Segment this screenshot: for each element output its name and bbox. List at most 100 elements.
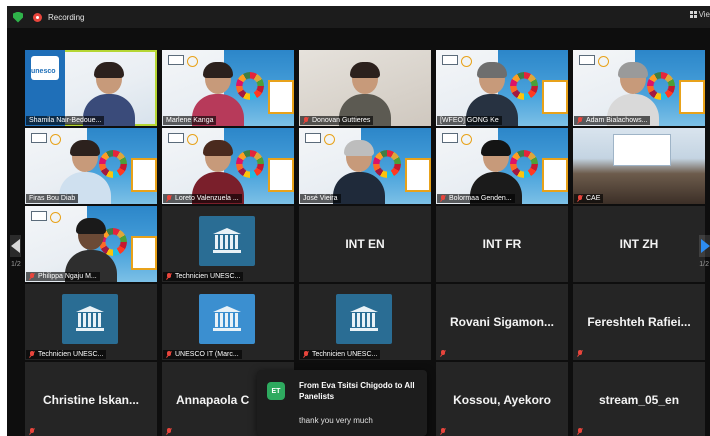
participant-name: Christine Iskan...: [42, 393, 140, 407]
mic-muted-icon: [166, 195, 172, 202]
participant-name: Kossou, Ayekoro: [453, 393, 551, 407]
participant-name: INT ZH: [619, 237, 659, 251]
participant-tile[interactable]: Philippa Ngaju M...: [25, 206, 157, 282]
meeting-top-bar: Recording Vie: [7, 6, 710, 28]
mic-muted-icon: [303, 117, 309, 124]
mic-muted-icon: [166, 351, 172, 358]
participant-name: UNESCO IT (Marc...: [175, 351, 239, 358]
page-indicator: 1/2: [699, 261, 709, 268]
participant-tile[interactable]: Christine Iskan...: [25, 362, 157, 436]
mic-muted-icon: [303, 351, 309, 358]
participant-name: Technicien UNESC...: [175, 273, 241, 280]
participant-name: INT FR: [482, 237, 522, 251]
participant-tile[interactable]: Loreto Valenzuela ...: [162, 128, 294, 204]
participant-tile[interactable]: stream_05_en: [573, 362, 705, 436]
conference-room-video: [573, 128, 705, 204]
recording-label: Recording: [48, 12, 85, 22]
participant-name: Fereshteh Rafiei...: [587, 315, 691, 329]
unesco-logo-icon: [305, 133, 335, 145]
participant-tile[interactable]: [WFEO] GONG Ke: [436, 50, 568, 126]
previous-page-arrow-icon[interactable]: [10, 235, 21, 257]
participant-name-tag: Philippa Ngaju M...: [26, 272, 100, 281]
participant-tile[interactable]: CAE: [573, 128, 705, 204]
mic-muted-icon: [577, 428, 583, 435]
participant-name: INT EN: [345, 237, 385, 251]
participant-tile[interactable]: Technicien UNESC...: [299, 284, 431, 360]
participant-name-tag: Loreto Valenzuela ...: [163, 194, 242, 203]
unesco-temple-icon: [76, 306, 104, 332]
mic-muted-icon: [29, 273, 35, 280]
participant-name-tag: José Vieira: [300, 194, 341, 203]
chat-message: thank you very much: [299, 416, 373, 425]
participant-tile[interactable]: UNESCO IT (Marc...: [162, 284, 294, 360]
unesco-logo-text: unesco: [31, 68, 56, 75]
participant-name: stream_05_en: [598, 393, 680, 407]
participant-tile[interactable]: Donovan Guttieres: [299, 50, 431, 126]
unesco-temple-icon: [213, 306, 241, 332]
mic-muted-icon: [29, 428, 35, 435]
participant-tile[interactable]: Adam Bialachows...: [573, 50, 705, 126]
unesco-logo-icon: [31, 133, 61, 145]
participant-name: [WFEO] GONG Ke: [440, 117, 499, 124]
participant-name-tag: Bolormaa Genden...: [437, 194, 515, 203]
next-page-arrow-icon[interactable]: [699, 235, 710, 257]
page-indicator: 1/2: [11, 261, 21, 268]
view-button[interactable]: Vie: [689, 10, 710, 19]
participant-name-tag: Firas Bou Diab: [26, 194, 79, 203]
chat-sender-line: From Eva Tsitsi Chigodo to All Panelists: [299, 381, 415, 401]
participant-name: Loreto Valenzuela ...: [175, 195, 239, 202]
participant-name: Rovani Sigamon...: [449, 315, 554, 329]
chat-sender-avatar: ET: [267, 382, 285, 400]
participant-video: [333, 140, 385, 204]
participant-name-tag: Technicien UNESC...: [163, 272, 244, 281]
mic-muted-icon: [577, 350, 583, 357]
unesco-logo-icon: [168, 55, 198, 67]
recording-icon[interactable]: [33, 12, 42, 22]
participant-tile[interactable]: INT ZH: [573, 206, 705, 282]
participant-tile[interactable]: Marlene Kanga: [162, 50, 294, 126]
participant-tile[interactable]: INT EN: [299, 206, 431, 282]
unesco-avatar: [62, 294, 118, 344]
participant-tile[interactable]: Rovani Sigamon...: [436, 284, 568, 360]
participant-name-tag: Donovan Guttieres: [300, 116, 374, 125]
participant-tile[interactable]: INT FR: [436, 206, 568, 282]
participant-tile[interactable]: Bolormaa Genden...: [436, 128, 568, 204]
mic-muted-icon: [166, 273, 172, 280]
unesco-logo-icon: [579, 55, 609, 67]
unesco-temple-icon: [213, 228, 241, 254]
unesco-logo-icon: [442, 55, 472, 67]
unesco-logo-icon: [442, 133, 472, 145]
participant-tile[interactable]: unesco Shamila Nair-Bedoue...: [25, 50, 157, 126]
participant-name-tag: UNESCO IT (Marc...: [163, 350, 242, 359]
security-shield-icon[interactable]: [13, 11, 23, 23]
participant-name-tag: CAE: [574, 194, 604, 203]
unesco-avatar: [199, 216, 255, 266]
participant-name-tag: Technicien UNESC...: [26, 350, 107, 359]
participant-name: Philippa Ngaju M...: [38, 273, 97, 280]
mic-muted-icon: [440, 428, 446, 435]
participant-tile[interactable]: José Vieira: [299, 128, 431, 204]
unesco-logo-icon: [31, 211, 61, 223]
unesco-logo-icon: [168, 133, 198, 145]
participant-name: Technicien UNESC...: [312, 351, 378, 358]
participant-name: Technicien UNESC...: [38, 351, 104, 358]
participant-name: Marlene Kanga: [166, 117, 214, 124]
view-button-label: Vie: [698, 10, 710, 19]
mic-muted-icon: [440, 195, 446, 202]
participant-name: José Vieira: [303, 195, 338, 202]
participant-name: Adam Bialachows...: [586, 117, 648, 124]
mic-muted-icon: [577, 117, 583, 124]
participant-name-tag: Adam Bialachows...: [574, 116, 651, 125]
participant-name-tag: Technicien UNESC...: [300, 350, 381, 359]
participant-tile[interactable]: Technicien UNESC...: [162, 206, 294, 282]
participant-tile[interactable]: Technicien UNESC...: [25, 284, 157, 360]
participant-tile[interactable]: Fereshteh Rafiei...: [573, 284, 705, 360]
chat-notification[interactable]: ET From Eva Tsitsi Chigodo to All Paneli…: [257, 370, 427, 436]
participant-tile[interactable]: Kossou, Ayekoro: [436, 362, 568, 436]
participant-name: CAE: [586, 195, 601, 202]
participant-name: Shamila Nair-Bedoue...: [29, 117, 102, 124]
participant-tile[interactable]: Firas Bou Diab: [25, 128, 157, 204]
mic-muted-icon: [440, 350, 446, 357]
mic-muted-icon: [29, 351, 35, 358]
zoom-meeting-window: Recording Vie unesco Shamila Nair-Bedoue…: [7, 6, 710, 436]
